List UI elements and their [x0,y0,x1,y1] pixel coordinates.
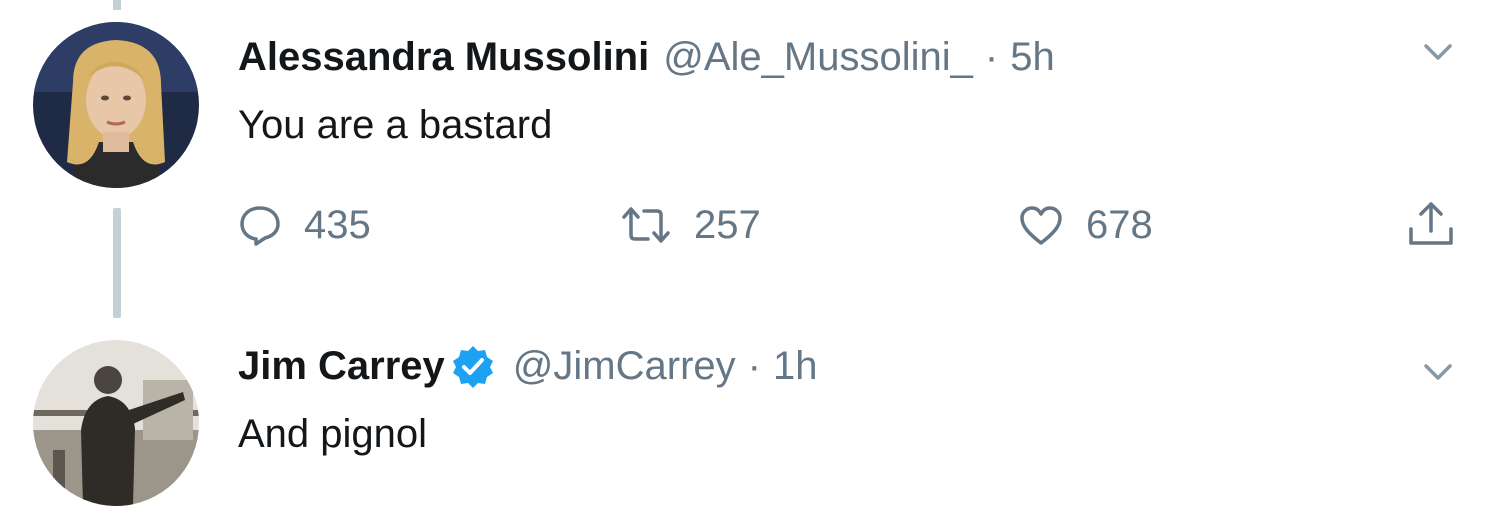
avatar[interactable] [33,340,199,506]
display-name[interactable]: Jim Carrey [238,342,445,390]
chevron-down-icon[interactable] [1420,360,1456,384]
heart-icon [1020,206,1062,245]
chevron-down-icon[interactable] [1420,40,1456,64]
display-name[interactable]: Alessandra Mussolini [238,33,649,81]
retweet-arrows-icon [622,207,670,243]
retweet-count: 257 [694,202,761,247]
verified-badge-icon [452,346,493,388]
avatar[interactable] [33,22,199,188]
tweet-actions: 435 257 678 [0,190,1500,260]
timestamp[interactable]: 1h [773,342,818,390]
share-upload-icon [1409,202,1453,245]
retweet-button[interactable]: 257 [620,190,761,260]
tweet-text: And pignol [238,412,428,456]
reply-count: 435 [304,202,371,247]
user-handle[interactable]: @JimCarrey [513,342,736,390]
tweet-header: Alessandra Mussolini @Ale_Mussolini_ · 5… [238,33,1055,81]
separator-dot: · [984,35,999,79]
tweet-alessandra[interactable]: Alessandra Mussolini @Ale_Mussolini_ · 5… [0,0,1500,320]
reply-button[interactable]: 435 [238,190,371,260]
speech-bubble-icon [240,206,280,246]
share-button[interactable] [1405,190,1457,260]
tweet-text: You are a bastard [238,103,553,147]
tweet-header: Jim Carrey @JimCarrey · 1h [238,342,817,390]
separator-dot: · [747,344,761,388]
user-handle[interactable]: @Ale_Mussolini_ [663,33,973,81]
like-button[interactable]: 678 [1018,190,1153,260]
tweet-jim-carrey[interactable]: Jim Carrey @JimCarrey · 1h And pignol [0,330,1500,506]
like-count: 678 [1086,202,1153,247]
timestamp[interactable]: 5h [1010,33,1055,81]
